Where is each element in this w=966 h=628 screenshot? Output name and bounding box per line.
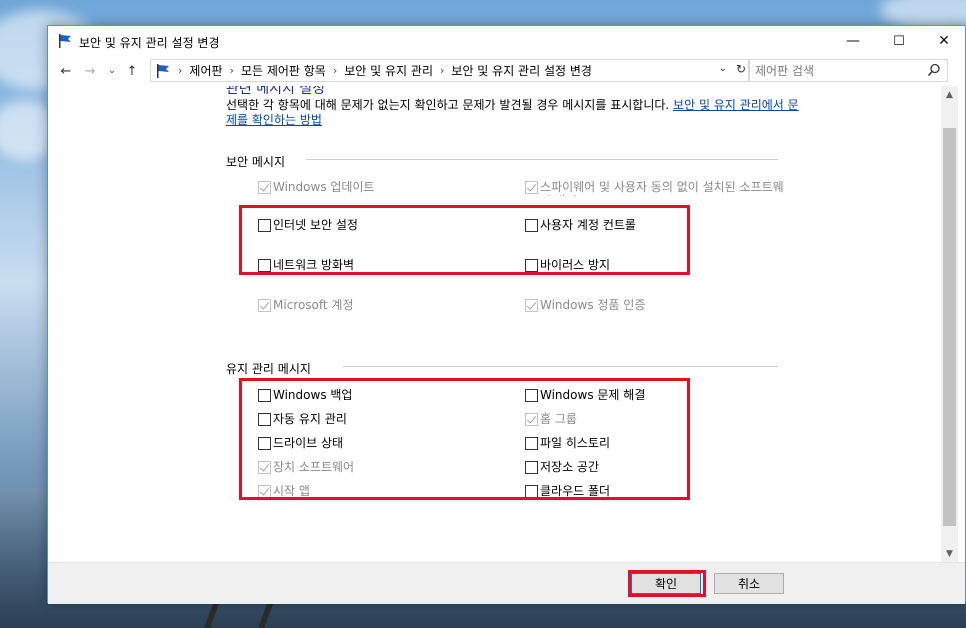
check-icon [526,299,537,310]
checkbox-spyware[interactable]: 스파이웨어 및 사용자 동의 없이 설치된 소프트웨어 방지 [525,180,790,196]
highlight-box [628,570,706,597]
highlight-box [239,378,690,500]
settings-content: 관련 메시지 설정 선택한 각 항목에 대해 문제가 없는지 확인하고 문제가 … [48,86,940,562]
close-button[interactable]: ✕ [921,26,966,56]
checkbox-windows-update[interactable]: Windows 업데이트 [258,180,375,194]
scroll-up-icon[interactable]: ▲ [941,86,958,103]
search-box[interactable] [748,59,948,82]
title-bar[interactable]: 보안 및 유지 관리 설정 변경 — ☐ ✕ [48,26,965,56]
group-divider [306,159,778,160]
checkbox-label: Microsoft 계정 [273,298,354,312]
group-divider [343,366,778,367]
breadcrumb-separator-icon: › [440,64,445,77]
check-icon [526,181,537,192]
checkbox-box[interactable] [525,299,538,312]
maintenance-group-title: 유지 관리 메시지 [226,362,311,376]
maximize-button[interactable]: ☐ [876,26,922,56]
breadcrumb-separator-icon: › [229,64,234,77]
cancel-button[interactable]: 취소 [714,573,784,594]
checkbox-box[interactable] [258,299,271,312]
search-icon[interactable] [927,63,941,77]
check-icon [259,299,270,310]
checkbox-microsoft-account[interactable]: Microsoft 계정 [258,298,354,312]
check-icon [259,181,270,192]
address-bar: ← → ⌄ ↑ › 제어판 › 모든 제어판 항목 › 보안 및 유지 관리 ›… [48,58,965,84]
scroll-down-icon[interactable]: ▼ [941,545,958,562]
highlight-box [239,205,690,275]
up-arrow-icon[interactable]: ↑ [124,61,140,81]
refresh-icon[interactable]: ↻ [736,62,746,76]
checkbox-label: Windows 업데이트 [273,180,375,194]
breadcrumb-item[interactable]: 보안 및 유지 관리 [344,62,433,79]
checkbox-label: 스파이웨어 및 사용자 동의 없이 설치된 소프트웨어 방지 [540,180,784,196]
address-box[interactable]: › 제어판 › 모든 제어판 항목 › 보안 및 유지 관리 › 보안 및 유지… [150,59,750,82]
settings-window: 보안 및 유지 관리 설정 변경 — ☐ ✕ ← → ⌄ ↑ › 제어판 › 모… [47,25,966,604]
breadcrumb-separator-icon: › [178,64,183,77]
description-body: 선택한 각 항목에 대해 문제가 없는지 확인하고 문제가 발견될 경우 메시지… [226,98,670,112]
checkbox-windows-activation[interactable]: Windows 정품 인증 [525,298,645,312]
checkbox-label: Windows 정품 인증 [540,298,646,312]
breadcrumb-item[interactable]: 모든 제어판 항목 [241,62,326,79]
breadcrumb-item[interactable]: 보안 및 유지 관리 설정 변경 [451,62,592,79]
vertical-scrollbar[interactable]: ▲ ▼ [941,86,958,562]
window-title: 보안 및 유지 관리 설정 변경 [79,36,220,50]
address-dropdown-icon[interactable]: ⌄ [719,63,727,74]
description-text: 선택한 각 항목에 대해 문제가 없는지 확인하고 문제가 발견될 경우 메시지… [226,98,806,128]
breadcrumb-item[interactable]: 제어판 [189,62,222,79]
security-group-title: 보안 메시지 [226,155,286,169]
back-arrow-icon[interactable]: ← [58,61,74,81]
flag-icon [59,34,71,48]
section-heading: 관련 메시지 설정 [226,86,326,97]
breadcrumb-separator-icon: › [332,64,338,77]
forward-arrow-icon[interactable]: → [82,61,98,81]
recent-locations-chevron-icon[interactable]: ⌄ [104,61,120,81]
dialog-footer: 확인 취소 [48,562,965,604]
checkbox-box[interactable] [258,181,271,194]
flag-icon [157,63,169,78]
checkbox-box[interactable] [525,181,538,194]
scroll-thumb[interactable] [943,128,956,526]
minimize-button[interactable]: — [830,26,876,56]
search-input[interactable] [755,63,915,79]
